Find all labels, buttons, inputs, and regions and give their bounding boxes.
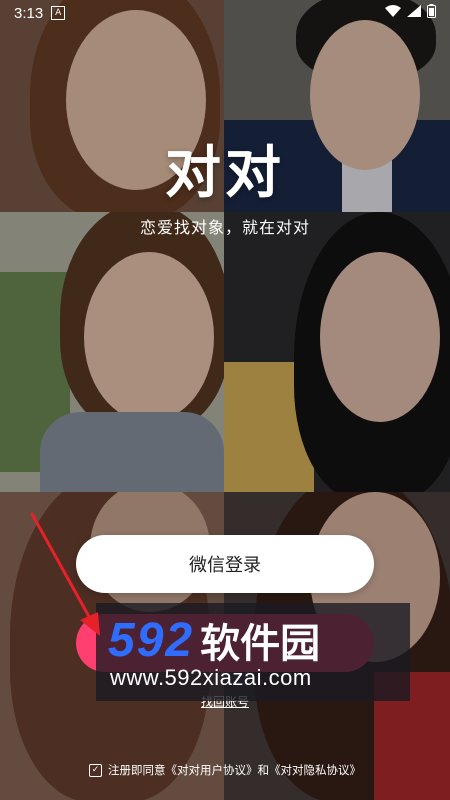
app-title: 对对 <box>165 141 285 206</box>
agreement-text[interactable]: 注册即同意《对对用户协议》和《对对隐私协议》 <box>108 762 361 778</box>
status-time: 3:13 <box>14 4 44 22</box>
agreement-row: ✓ 注册即同意《对对用户协议》和《对对隐私协议》 <box>0 762 450 778</box>
wechat-login-label: 微信登录 <box>189 555 261 576</box>
watermark-logo-number: 592 <box>108 613 195 667</box>
watermark-logo: 592 软件园 <box>108 611 320 669</box>
app-slogan: 恋爱找对象，就在对对 <box>139 218 310 237</box>
annotation-arrow-icon <box>30 512 100 636</box>
wifi-icon <box>385 5 401 21</box>
signal-icon <box>407 5 421 21</box>
status-bar: 3:13 A <box>0 0 450 26</box>
wechat-login-button[interactable]: 微信登录 <box>76 535 374 593</box>
watermark-url: www.592xiazai.com <box>110 665 312 690</box>
agreement-checkbox[interactable]: ✓ <box>89 763 102 777</box>
notification-badge: A <box>51 6 66 20</box>
watermark-overlay: 592 软件园 www.592xiazai.com <box>96 603 410 701</box>
watermark-logo-text: 软件园 <box>200 621 321 667</box>
battery-icon <box>427 4 436 22</box>
